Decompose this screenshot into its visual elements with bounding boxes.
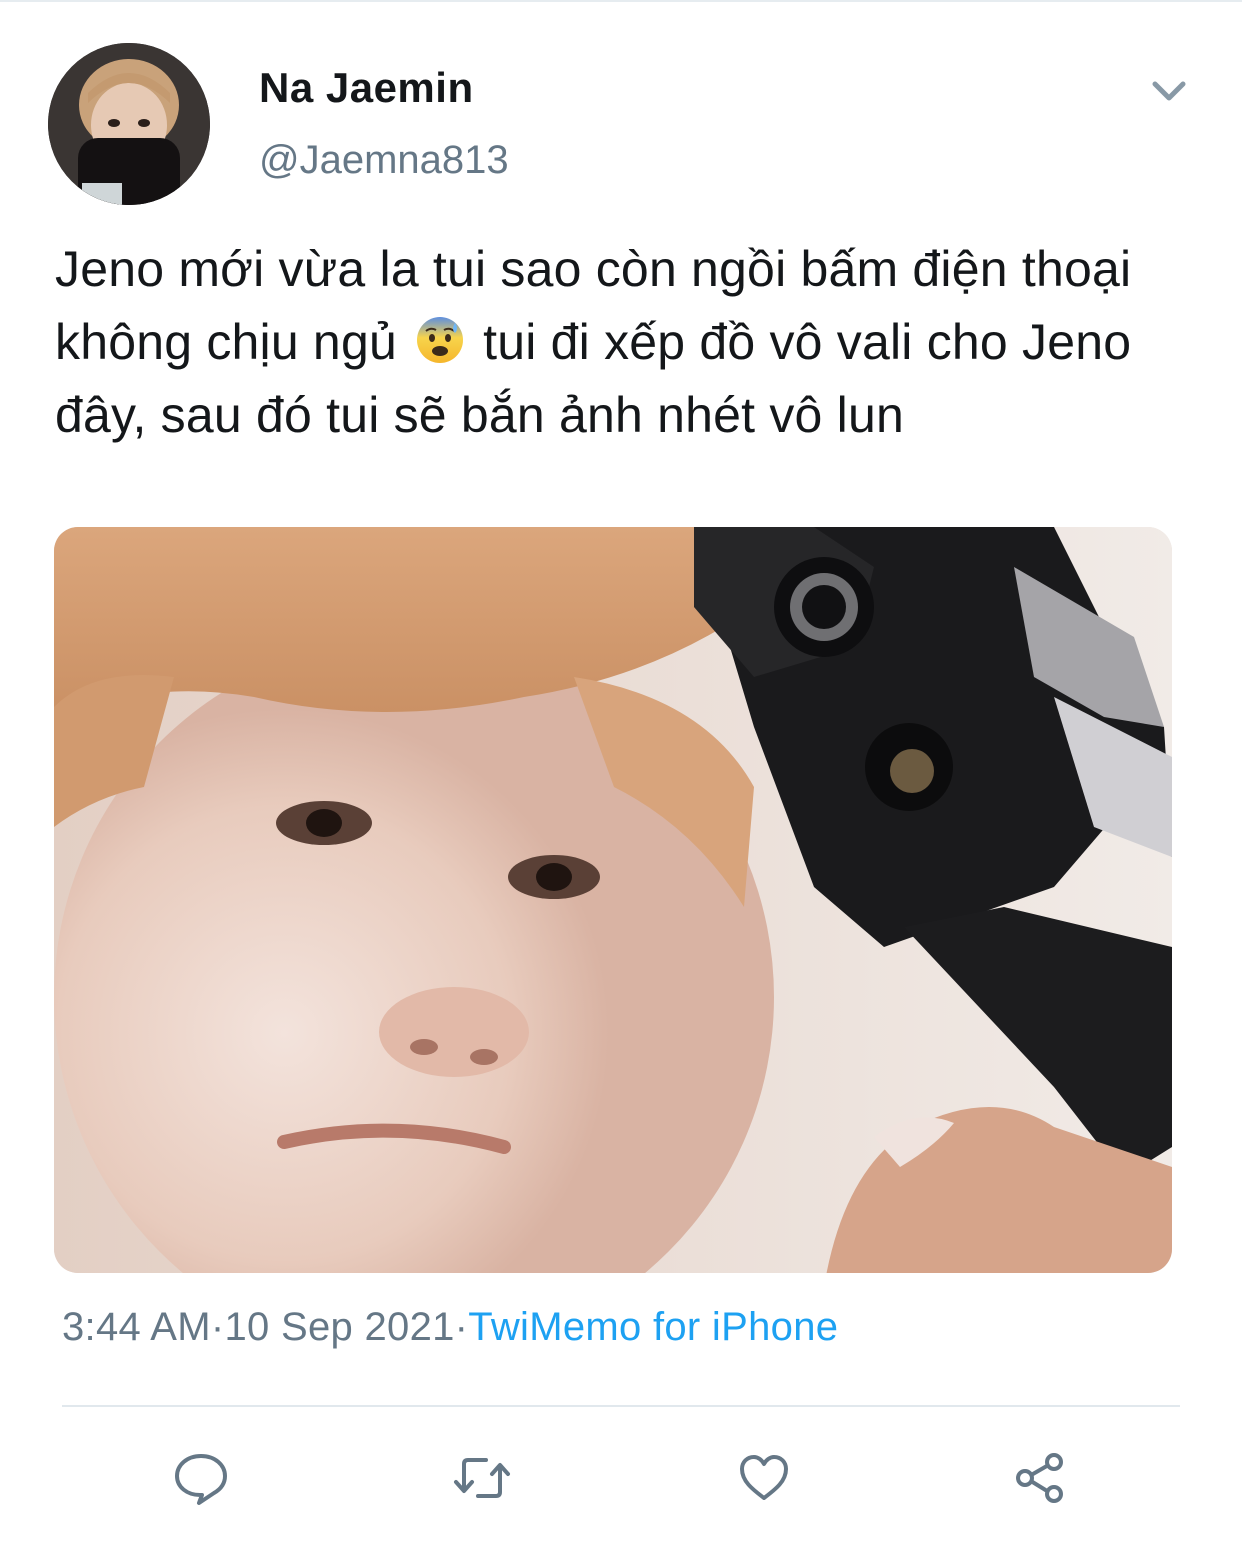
share-icon[interactable] — [1012, 1450, 1068, 1506]
actions-divider — [62, 1405, 1180, 1407]
tweet-time: 3:44 AM — [62, 1305, 211, 1349]
user-handle[interactable]: @Jaemna813 — [259, 138, 509, 183]
avatar-image — [48, 43, 210, 205]
anxious-face-emoji-icon — [415, 312, 465, 363]
top-divider — [0, 0, 1242, 2]
chevron-down-icon[interactable] — [1147, 72, 1191, 108]
retweet-icon[interactable] — [452, 1450, 512, 1506]
tweet-source-link[interactable]: TwiMemo for iPhone — [468, 1305, 838, 1349]
meta-separator: · — [454, 1305, 469, 1349]
tweet-photo[interactable] — [54, 527, 1172, 1273]
tweet-text: Jeno mới vừa la tui sao còn ngồi bấm điệ… — [55, 233, 1195, 452]
tweet-meta: 3:44 AM·10 Sep 2021·TwiMemo for iPhone — [62, 1305, 838, 1350]
display-name[interactable]: Na Jaemin — [259, 64, 474, 112]
reply-icon[interactable] — [173, 1450, 229, 1506]
meta-separator: · — [210, 1305, 225, 1349]
photo-image — [54, 527, 1172, 1273]
tweet-date: 10 Sep 2021 — [224, 1305, 455, 1349]
heart-icon[interactable] — [736, 1450, 792, 1506]
avatar[interactable] — [48, 43, 210, 205]
